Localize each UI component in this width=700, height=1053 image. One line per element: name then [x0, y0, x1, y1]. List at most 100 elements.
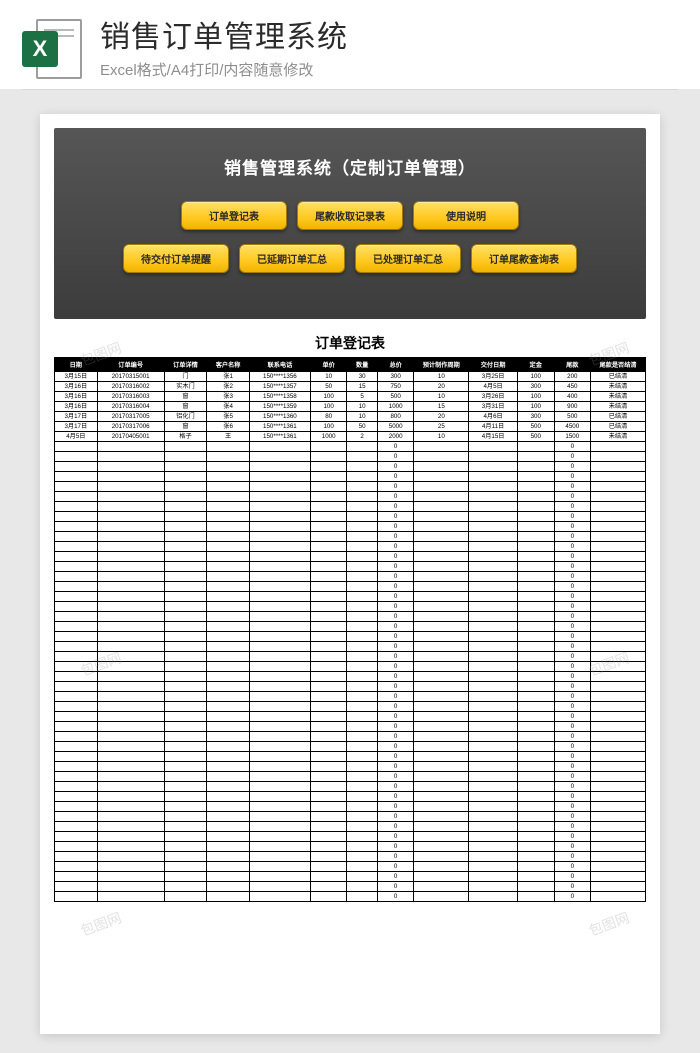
table-cell — [207, 541, 250, 551]
table-cell — [249, 881, 310, 891]
table-cell — [310, 811, 347, 821]
table-cell — [591, 821, 646, 831]
table-cell: 15 — [414, 401, 469, 411]
table-cell — [97, 501, 164, 511]
table-cell — [517, 761, 554, 771]
table-cell — [414, 531, 469, 541]
table-cell: 1500 — [554, 431, 591, 441]
table-row: 00 — [55, 671, 646, 681]
table-cell — [517, 701, 554, 711]
column-header: 数量 — [347, 357, 377, 371]
table-cell — [164, 671, 207, 681]
table-cell — [249, 461, 310, 471]
table-cell — [55, 751, 98, 761]
table-cell: 300 — [517, 381, 554, 391]
table-cell — [207, 761, 250, 771]
table-row: 00 — [55, 581, 646, 591]
table-cell: 0 — [377, 511, 414, 521]
table-cell — [517, 821, 554, 831]
table-cell — [591, 461, 646, 471]
table-cell — [469, 711, 518, 721]
table-cell — [164, 501, 207, 511]
table-cell: 未结清 — [591, 381, 646, 391]
table-cell: 150****1361 — [249, 421, 310, 431]
table-row: 00 — [55, 751, 646, 761]
nav-button[interactable]: 尾款收取记录表 — [297, 201, 403, 230]
table-cell — [164, 461, 207, 471]
table-row: 00 — [55, 661, 646, 671]
table-cell — [310, 801, 347, 811]
table-cell — [249, 851, 310, 861]
table-cell — [97, 471, 164, 481]
table-cell — [164, 591, 207, 601]
table-cell — [517, 711, 554, 721]
table-cell — [469, 631, 518, 641]
table-cell: 窗 — [164, 401, 207, 411]
nav-button[interactable]: 已处理订单汇总 — [355, 244, 461, 273]
table-cell — [517, 671, 554, 681]
column-header: 日期 — [55, 357, 98, 371]
table-cell — [591, 441, 646, 451]
table-cell — [517, 891, 554, 901]
table-cell — [249, 791, 310, 801]
table-cell — [97, 701, 164, 711]
table-cell — [469, 561, 518, 571]
table-cell: 0 — [377, 641, 414, 651]
table-row: 00 — [55, 631, 646, 641]
table-cell — [517, 631, 554, 641]
nav-button[interactable]: 待交付订单提醒 — [123, 244, 229, 273]
table-cell: 0 — [377, 651, 414, 661]
table-cell — [310, 781, 347, 791]
table-cell — [249, 831, 310, 841]
table-cell — [164, 481, 207, 491]
table-cell — [414, 471, 469, 481]
nav-button[interactable]: 已延期订单汇总 — [239, 244, 345, 273]
table-cell: 500 — [517, 421, 554, 431]
nav-button[interactable]: 订单登记表 — [181, 201, 287, 230]
table-cell — [249, 641, 310, 651]
nav-button[interactable]: 订单尾款查询表 — [471, 244, 577, 273]
table-cell — [310, 771, 347, 781]
table-cell — [310, 821, 347, 831]
table-cell — [414, 461, 469, 471]
table-cell: 150****1359 — [249, 401, 310, 411]
table-cell — [517, 621, 554, 631]
table-cell — [55, 461, 98, 471]
table-row: 00 — [55, 541, 646, 551]
table-cell: 0 — [554, 701, 591, 711]
table-cell: 100 — [517, 391, 554, 401]
table-cell — [164, 851, 207, 861]
table-cell — [517, 451, 554, 461]
table-cell — [469, 611, 518, 621]
table-cell — [310, 881, 347, 891]
table-cell: 100 — [517, 401, 554, 411]
table-cell — [517, 511, 554, 521]
table-cell: 0 — [554, 681, 591, 691]
nav-button[interactable]: 使用说明 — [413, 201, 519, 230]
table-cell — [207, 841, 250, 851]
table-cell — [207, 701, 250, 711]
table-cell: 0 — [377, 561, 414, 571]
table-cell — [347, 771, 377, 781]
table-cell — [207, 591, 250, 601]
table-cell — [517, 641, 554, 651]
table-cell — [97, 511, 164, 521]
table-cell — [55, 571, 98, 581]
table-cell: 3月16日 — [55, 381, 98, 391]
table-cell: 20170405001 — [97, 431, 164, 441]
table-cell — [469, 601, 518, 611]
table-cell: 0 — [377, 531, 414, 541]
table-cell: 0 — [377, 801, 414, 811]
table-cell: 0 — [377, 711, 414, 721]
table-cell — [55, 641, 98, 651]
table-cell: 5 — [347, 391, 377, 401]
table-cell — [207, 671, 250, 681]
table-cell — [469, 861, 518, 871]
table-cell — [469, 571, 518, 581]
table-cell: 20170316002 — [97, 381, 164, 391]
table-cell — [517, 871, 554, 881]
table-cell: 300 — [517, 411, 554, 421]
table-cell — [517, 741, 554, 751]
table-cell: 0 — [554, 731, 591, 741]
table-cell — [517, 721, 554, 731]
